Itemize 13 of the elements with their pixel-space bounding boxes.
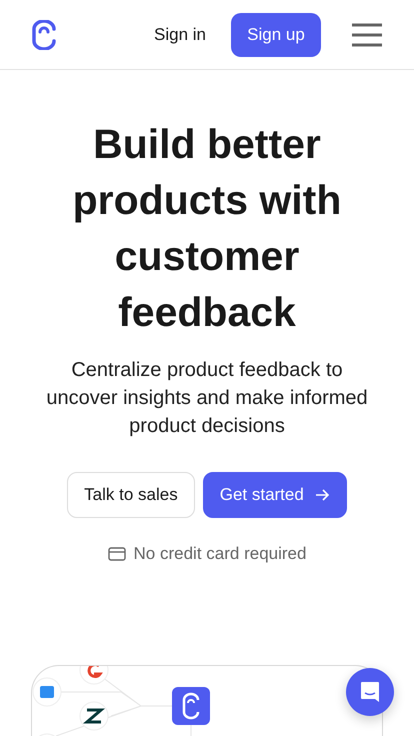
- get-started-button[interactable]: Get started: [202, 472, 347, 518]
- chat-icon: [360, 681, 380, 703]
- sign-in-link[interactable]: Sign in: [154, 24, 206, 44]
- sign-up-button[interactable]: Sign up: [231, 12, 321, 56]
- talk-to-sales-button[interactable]: Talk to sales: [67, 472, 195, 518]
- credit-card-icon: [108, 547, 126, 561]
- hero-subtitle: Centralize product feedback to uncover insights and make informed product decisions: [45, 358, 369, 439]
- logo-icon[interactable]: [32, 20, 56, 50]
- menu-icon[interactable]: [352, 22, 382, 46]
- no-credit-card-note: No credit card required: [134, 544, 306, 564]
- chat-button[interactable]: [346, 668, 394, 716]
- hero-title: Build better products with customer feedback: [72, 120, 342, 337]
- arrow-right-icon: [314, 487, 330, 503]
